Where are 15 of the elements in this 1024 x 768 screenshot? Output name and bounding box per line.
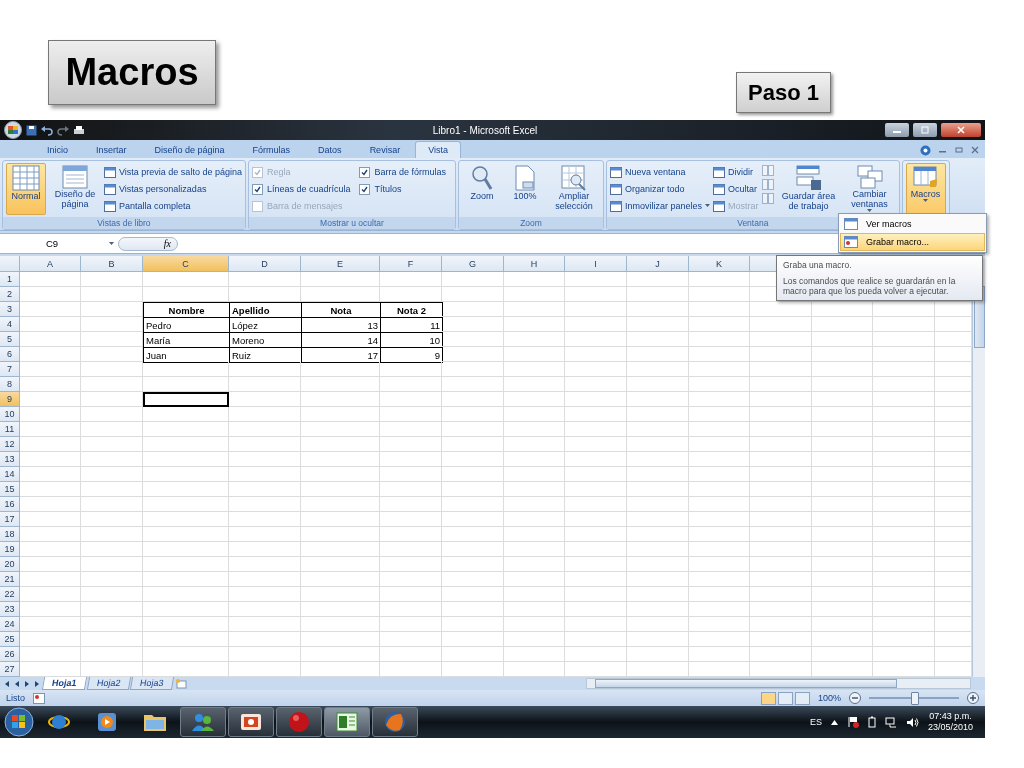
table-cell: Nombre <box>143 302 230 318</box>
slide-title: Macros <box>48 40 216 105</box>
zoom-level: 100% <box>817 693 841 703</box>
table-cell: Nota 2 <box>380 302 443 318</box>
group-label: Zoom <box>459 217 603 229</box>
table-cell: Juan <box>143 347 230 363</box>
step-label: Paso 1 <box>736 72 831 113</box>
group-label: Mostrar u ocultar <box>248 217 455 229</box>
window-title: Libro1 - Microsoft Excel <box>431 124 539 136</box>
table-cell: Apellido <box>229 302 302 318</box>
group-label: Vistas de libro <box>3 217 245 229</box>
status-text: Listo <box>6 693 25 703</box>
tooltip-text: Los comandos que realice se guardarán en la macro para que los pueda volver a ejecutar. <box>783 276 957 296</box>
tooltip-title: Graba una macro. <box>783 260 853 270</box>
table-cell: 9 <box>380 347 443 363</box>
